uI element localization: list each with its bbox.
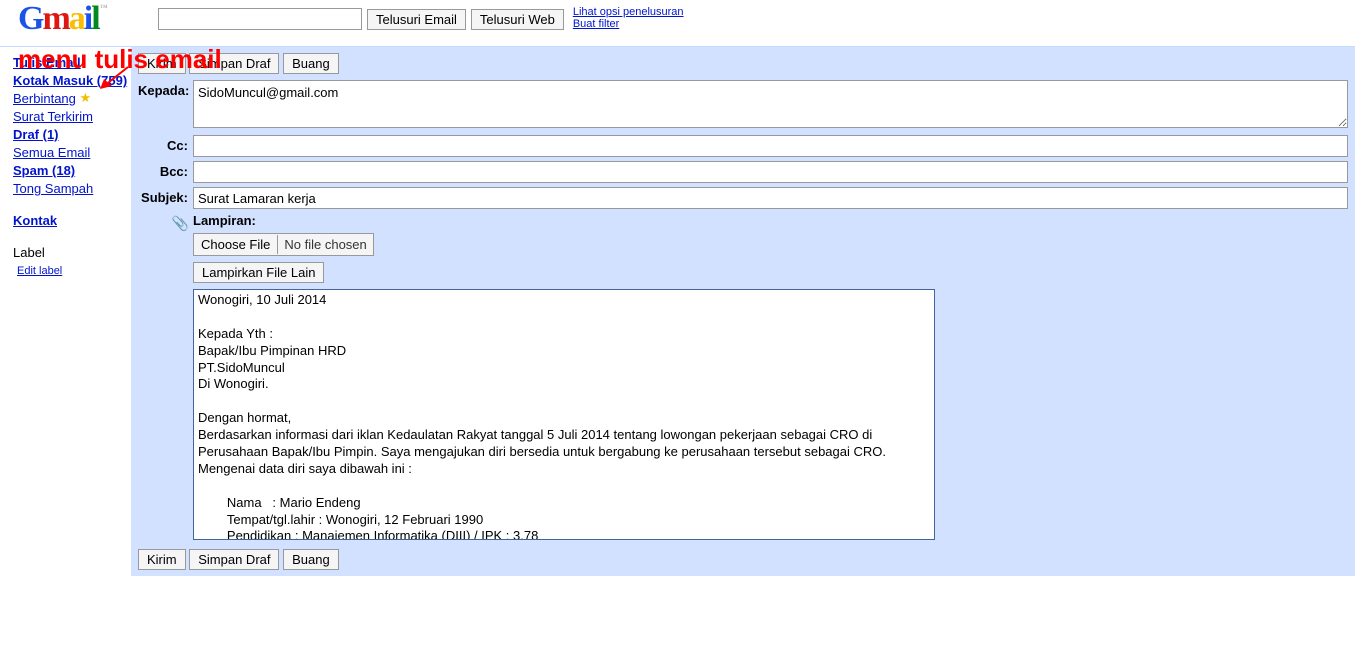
- annotation-label: menu tulis email: [18, 44, 222, 75]
- header: Gmail™ Telusuri Email Telusuri Web Lihat…: [0, 0, 1355, 47]
- top-action-row: Kirim Simpan Draf Buang: [138, 53, 1348, 74]
- search-email-button[interactable]: Telusuri Email: [367, 9, 466, 30]
- choose-file-button[interactable]: Choose File: [194, 235, 278, 254]
- discard-button[interactable]: Buang: [283, 53, 339, 74]
- sidebar-drafts[interactable]: Draf (1): [13, 127, 59, 142]
- search-input[interactable]: [158, 8, 362, 30]
- sidebar-all-mail[interactable]: Semua Email: [13, 145, 90, 160]
- attach-more-button[interactable]: Lampirkan File Lain: [193, 262, 324, 283]
- create-filter-link[interactable]: Buat filter: [573, 18, 684, 30]
- paperclip-icon: 📎: [172, 215, 189, 231]
- attachment-label: Lampiran:: [193, 213, 1348, 228]
- no-file-text: No file chosen: [278, 234, 372, 255]
- to-field[interactable]: [193, 80, 1348, 128]
- search-options-link[interactable]: Lihat opsi penelusuran: [573, 6, 684, 18]
- search-web-button[interactable]: Telusuri Web: [471, 9, 564, 30]
- bcc-field[interactable]: [193, 161, 1348, 183]
- sidebar-spam[interactable]: Spam (18): [13, 163, 75, 178]
- cc-field[interactable]: [193, 135, 1348, 157]
- compose-panel: Kirim Simpan Draf Buang Kepada: Cc: Bcc:…: [131, 47, 1355, 576]
- cc-label: Cc:: [138, 138, 193, 153]
- sidebar-starred[interactable]: Berbintang: [13, 91, 76, 106]
- sidebar-contacts[interactable]: Kontak: [13, 213, 57, 228]
- bcc-label: Bcc:: [138, 164, 193, 179]
- sidebar: Tulis Email Kotak Masuk (759) Berbintang…: [0, 47, 131, 576]
- star-icon: ★: [80, 90, 92, 106]
- sidebar-edit-label[interactable]: Edit label: [17, 265, 62, 277]
- send-button-bottom[interactable]: Kirim: [138, 549, 186, 570]
- subject-label: Subjek:: [138, 190, 193, 205]
- subject-field[interactable]: [193, 187, 1348, 209]
- sidebar-trash[interactable]: Tong Sampah: [13, 181, 93, 196]
- save-draft-button-bottom[interactable]: Simpan Draf: [189, 549, 279, 570]
- sidebar-labels-heading: Label: [13, 245, 131, 260]
- to-label: Kepada:: [138, 83, 193, 98]
- gmail-logo: Gmail™: [18, 2, 158, 42]
- sidebar-inbox[interactable]: Kotak Masuk (759): [13, 73, 127, 88]
- message-body[interactable]: [193, 289, 935, 540]
- bottom-action-row: Kirim Simpan Draf Buang: [138, 549, 1348, 570]
- discard-button-bottom[interactable]: Buang: [283, 549, 339, 570]
- sidebar-sent[interactable]: Surat Terkirim: [13, 109, 93, 124]
